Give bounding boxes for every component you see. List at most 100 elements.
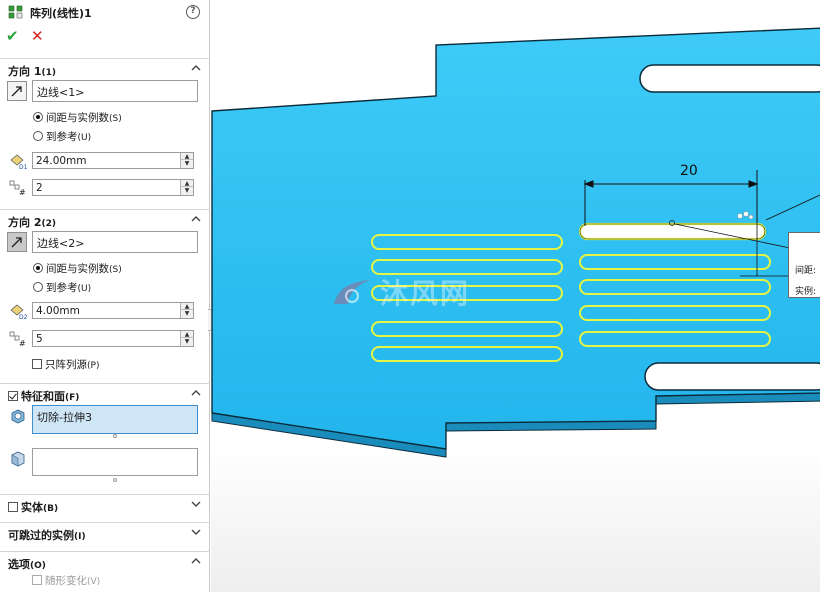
- svg-text:#: #: [19, 188, 26, 196]
- options-header-sub: (O): [30, 561, 46, 571]
- direction2-spacing-input[interactable]: 4.00mm ▲ ▼: [32, 302, 194, 319]
- direction1-header-sub: (1): [41, 68, 56, 78]
- pattern-seed-only-checkbox[interactable]: 只阵列源(P): [32, 357, 99, 372]
- direction2-instances-value: 5: [36, 333, 43, 345]
- direction2-spacing-value: 4.00mm: [36, 305, 80, 317]
- spin-down-icon[interactable]: ▼: [181, 160, 193, 167]
- svg-text:D1: D1: [19, 164, 28, 170]
- graphics-area[interactable]: 沐风网 20 间距: 实例:: [211, 0, 820, 592]
- title-bar: 阵列(线性)1 ?: [0, 0, 210, 24]
- radio-reference-sub: (U): [77, 284, 92, 294]
- radio-unselected-icon: [33, 282, 43, 292]
- features-header-label: 特征和面: [21, 390, 65, 403]
- resize-handle[interactable]: [113, 478, 117, 482]
- spin-up-icon[interactable]: ▲: [181, 153, 193, 160]
- direction2-edge-field[interactable]: 边线<2>: [32, 231, 198, 253]
- direction1-section-header[interactable]: 方向 1(1): [0, 58, 210, 78]
- long-slot-bottom: [644, 362, 820, 391]
- page-title: 阵列(线性)1: [30, 7, 92, 20]
- checkbox-checked-icon[interactable]: [8, 391, 18, 401]
- vary-sketch-checkbox[interactable]: 随形变化(V): [32, 573, 100, 588]
- spin-up-icon[interactable]: ▲: [181, 303, 193, 310]
- options-header-label: 选项: [8, 558, 30, 571]
- direction1-edge-field[interactable]: 边线<1>: [32, 80, 198, 102]
- chevron-up-icon[interactable]: [190, 555, 202, 567]
- svg-text:#: #: [19, 339, 26, 347]
- spin-up-icon[interactable]: ▲: [181, 331, 193, 338]
- features-header-sub: (F): [65, 393, 80, 403]
- long-slot-top: [639, 64, 820, 93]
- spin-down-icon[interactable]: ▼: [181, 310, 193, 317]
- direction1-instances-input[interactable]: 2 ▲ ▼: [32, 179, 194, 196]
- checkbox-unchecked-icon: [32, 359, 42, 369]
- faces-icon: [11, 451, 25, 467]
- radio-reference-sub: (U): [77, 133, 92, 143]
- vary-sketch-sub: (V): [87, 577, 101, 587]
- radio-spacing-sub: (S): [109, 114, 122, 124]
- callout-instances-label: 实例:: [795, 287, 817, 297]
- instances-icon: #: [9, 180, 26, 196]
- watermark-logo-icon: [334, 280, 370, 304]
- features-icon: [11, 409, 25, 424]
- spinner-arrows[interactable]: ▲ ▼: [180, 153, 193, 168]
- arrow-up-right-icon: [11, 237, 22, 248]
- spinner-arrows[interactable]: ▲ ▼: [180, 180, 193, 195]
- chevron-up-icon[interactable]: [190, 387, 202, 399]
- callout-spacing-label: 间距:: [795, 266, 817, 276]
- spin-up-icon[interactable]: ▲: [181, 180, 193, 187]
- skip-instances-section-header[interactable]: 可跳过的实例(I): [0, 522, 210, 542]
- direction1-instances-value: 2: [36, 182, 43, 194]
- radio-spacing-sub: (S): [109, 265, 122, 275]
- features-section-header[interactable]: 特征和面(F): [0, 383, 210, 403]
- direction2-header-label: 方向 2: [8, 216, 42, 229]
- radio-selected-icon: [33, 112, 43, 122]
- spacing-d1-icon: D1: [10, 154, 28, 170]
- check-mark-icon[interactable]: ✔: [6, 28, 19, 44]
- direction2-radio-reference[interactable]: 到参考(U): [33, 280, 91, 294]
- chevron-up-icon[interactable]: [190, 213, 202, 225]
- skip-header-sub: (I): [74, 532, 86, 542]
- spin-down-icon[interactable]: ▼: [181, 338, 193, 345]
- direction2-radio-spacing[interactable]: 间距与实例数(S): [33, 261, 122, 275]
- resize-handle[interactable]: [113, 434, 117, 438]
- direction1-radio-spacing[interactable]: 间距与实例数(S): [33, 110, 122, 124]
- x-mark-icon[interactable]: ✕: [31, 28, 44, 44]
- dimension-label[interactable]: 20: [680, 163, 698, 179]
- part-model-view: [211, 27, 820, 458]
- radio-reference-label: 到参考: [46, 131, 78, 143]
- help-icon[interactable]: ?: [186, 5, 200, 19]
- instances-icon: #: [9, 331, 26, 347]
- skip-header-label: 可跳过的实例: [8, 529, 74, 542]
- features-to-pattern-field[interactable]: 切除-拉伸3: [32, 405, 198, 434]
- spinner-arrows[interactable]: ▲ ▼: [180, 303, 193, 318]
- property-manager-panel: 阵列(线性)1 ? ✔ ✕ 方向 1(1) 边线<1> 间距与实例数(S) 到参…: [0, 0, 210, 592]
- spinner-arrows[interactable]: ▲ ▼: [180, 331, 193, 346]
- bodies-header-label: 实体: [21, 501, 43, 514]
- chevron-up-icon[interactable]: [190, 62, 202, 74]
- radio-spacing-label: 间距与实例数: [46, 263, 109, 275]
- direction2-section-header[interactable]: 方向 2(2): [0, 209, 210, 229]
- svg-text:D2: D2: [19, 314, 28, 320]
- direction2-instances-input[interactable]: 5 ▲ ▼: [32, 330, 194, 347]
- arrow-up-right-icon: [11, 86, 22, 97]
- direction1-spacing-input[interactable]: 24.00mm ▲ ▼: [32, 152, 194, 169]
- options-section-header[interactable]: 选项(O): [0, 551, 210, 571]
- checkbox-unchecked-icon[interactable]: [8, 502, 18, 512]
- checkbox-unchecked-icon: [32, 575, 42, 585]
- spacing-d2-icon: D2: [10, 304, 28, 320]
- direction2-header-sub: (2): [41, 219, 56, 229]
- pattern-seed-only-sub: (P): [87, 361, 100, 371]
- spin-down-icon[interactable]: ▼: [181, 187, 193, 194]
- direction1-spacing-value: 24.00mm: [36, 155, 87, 167]
- radio-spacing-label: 间距与实例数: [46, 112, 109, 124]
- chevron-down-icon[interactable]: [190, 526, 202, 538]
- direction2-reverse-button[interactable]: [7, 232, 27, 252]
- faces-to-pattern-field[interactable]: [32, 448, 198, 476]
- direction1-header-label: 方向 1: [8, 65, 42, 78]
- bodies-header-sub: (B): [43, 504, 59, 514]
- direction1-reverse-button[interactable]: [7, 81, 27, 101]
- pattern-callout[interactable]: 间距: 实例:: [788, 232, 820, 298]
- bodies-section-header[interactable]: 实体(B): [0, 494, 210, 514]
- chevron-down-icon[interactable]: [190, 498, 202, 510]
- direction1-radio-reference[interactable]: 到参考(U): [33, 129, 91, 143]
